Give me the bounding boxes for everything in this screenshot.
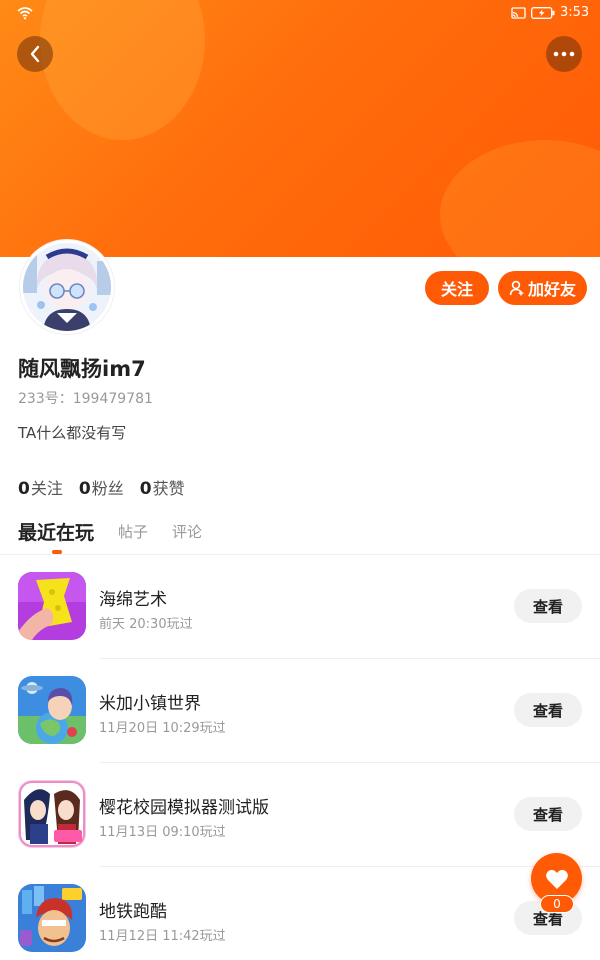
miga-town-icon bbox=[18, 676, 86, 744]
list-item[interactable]: 海绵艺术 前天 20:30玩过 查看 bbox=[0, 555, 600, 659]
username: 随风飘扬im7 bbox=[18, 357, 146, 381]
view-button[interactable]: 查看 bbox=[514, 589, 582, 623]
game-played-time: 前天 20:30玩过 bbox=[99, 617, 193, 632]
view-button[interactable]: 查看 bbox=[514, 693, 582, 727]
follow-button-label: 关注 bbox=[440, 280, 473, 299]
chevron-left-icon bbox=[30, 45, 40, 63]
avatar[interactable] bbox=[20, 240, 114, 334]
stat-following[interactable]: 0 关注 bbox=[18, 475, 63, 499]
tab-comments[interactable]: 评论 bbox=[172, 518, 202, 542]
anime-girl-avatar-image bbox=[23, 243, 111, 331]
heart-icon bbox=[545, 869, 568, 889]
game-title: 海绵艺术 bbox=[99, 590, 167, 610]
more-dots-icon bbox=[553, 51, 575, 57]
user-id-value: 199479781 bbox=[72, 391, 153, 407]
cast-icon bbox=[511, 7, 526, 19]
profile-page: 3:53 关注 加好友 随风飘扬im7 233号：199479781 TA什么都… bbox=[0, 0, 600, 960]
stat-count: 0 bbox=[139, 479, 152, 499]
list-item[interactable]: 地铁跑酷 11月12日 11:42玩过 查看 bbox=[0, 867, 600, 960]
add-user-icon bbox=[509, 280, 524, 296]
profile-tabs: 最近在玩 帖子 评论 bbox=[18, 518, 226, 554]
view-button[interactable]: 查看 bbox=[514, 797, 582, 831]
status-time: 3:53 bbox=[560, 5, 590, 20]
add-friend-button[interactable]: 加好友 bbox=[498, 271, 587, 305]
add-friend-label: 加好友 bbox=[527, 280, 576, 299]
more-button[interactable] bbox=[546, 36, 582, 72]
back-button[interactable] bbox=[17, 36, 53, 72]
user-bio: TA什么都没有写 bbox=[18, 424, 127, 442]
recent-games-list: 海绵艺术 前天 20:30玩过 查看 米加小镇世界 11月20日 10:29玩过… bbox=[0, 555, 600, 960]
user-id: 233号：199479781 bbox=[18, 388, 153, 408]
game-played-time: 11月12日 11:42玩过 bbox=[99, 929, 226, 944]
game-title: 地铁跑酷 bbox=[99, 902, 167, 922]
game-played-time: 11月20日 10:29玩过 bbox=[99, 721, 226, 736]
stat-likes[interactable]: 0 获赞 bbox=[140, 475, 185, 499]
subway-surfers-icon bbox=[18, 884, 86, 952]
battery-icon bbox=[531, 7, 555, 19]
game-title: 米加小镇世界 bbox=[99, 694, 201, 714]
profile-banner: 3:53 bbox=[0, 0, 600, 257]
profile-stats: 0 关注 0 粉丝 0 获赞 bbox=[18, 475, 185, 499]
stat-count: 0 bbox=[18, 479, 30, 499]
tab-recently-played[interactable]: 最近在玩 bbox=[18, 518, 94, 545]
follow-button[interactable]: 关注 bbox=[425, 271, 489, 305]
list-item[interactable]: 米加小镇世界 11月20日 10:29玩过 查看 bbox=[0, 659, 600, 763]
stat-count: 0 bbox=[78, 479, 91, 499]
tab-posts[interactable]: 帖子 bbox=[118, 518, 148, 542]
list-item[interactable]: 樱花校园模拟器测试版 11月13日 09:10玩过 查看 bbox=[0, 763, 600, 867]
game-title: 樱花校园模拟器测试版 bbox=[99, 798, 269, 818]
game-played-time: 11月13日 09:10玩过 bbox=[99, 825, 226, 840]
wifi-icon bbox=[17, 7, 33, 20]
user-id-label: 233号： bbox=[18, 391, 73, 407]
status-bar: 3:53 bbox=[0, 0, 600, 28]
stat-label: 获赞 bbox=[152, 479, 185, 498]
stat-label: 粉丝 bbox=[91, 479, 124, 498]
stat-followers[interactable]: 0 粉丝 bbox=[79, 475, 124, 499]
sponge-art-icon bbox=[18, 572, 86, 640]
sakura-school-icon bbox=[18, 780, 86, 848]
stat-label: 关注 bbox=[30, 479, 63, 498]
like-count-badge: 0 bbox=[540, 895, 574, 913]
